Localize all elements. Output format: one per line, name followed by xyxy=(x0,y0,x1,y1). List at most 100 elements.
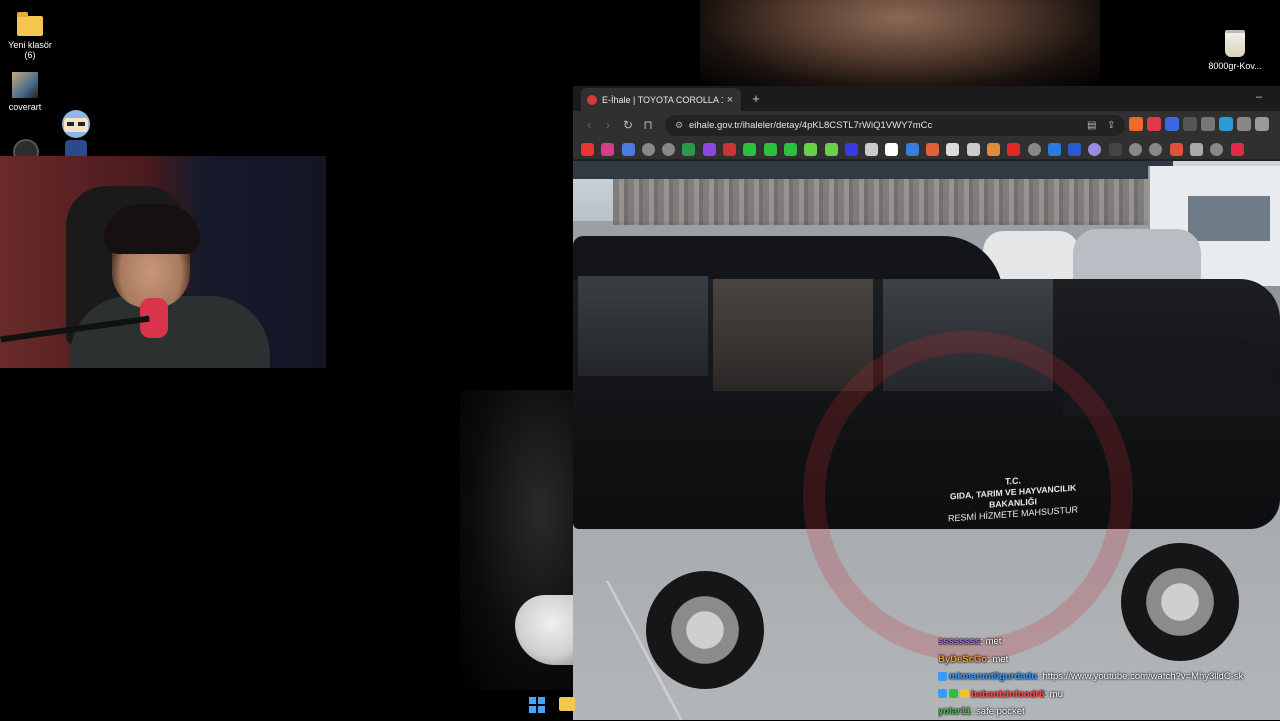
chat-badge-icon xyxy=(949,689,958,699)
desktop-icon-yeni-klasor[interactable]: Yeni klasör (6) xyxy=(0,12,65,60)
globe-bookmark-icon[interactable] xyxy=(1210,143,1224,156)
kick-bookmark-icon[interactable] xyxy=(783,143,797,156)
chat-message: babanizinfoodr8: mu xyxy=(938,686,1278,704)
drive-bookmark-icon[interactable] xyxy=(682,143,696,156)
bookmark-icon[interactable] xyxy=(1230,143,1244,156)
browser-toolbar: ‹ › ↻ ⊓ ⚙ eihale.gov.tr/ihaleler/detay/4… xyxy=(573,111,1280,140)
chat-text: safe pocket xyxy=(976,706,1025,717)
extension-icon[interactable] xyxy=(1255,117,1269,131)
chat-badge-icon xyxy=(938,671,947,681)
chat-username: mkmanmt0gurdadu xyxy=(949,671,1038,682)
folder-icon xyxy=(17,12,43,36)
instagram-bookmark-icon[interactable] xyxy=(601,143,615,156)
kick-bookmark-icon[interactable] xyxy=(743,143,757,156)
extension-icon[interactable] xyxy=(1147,117,1161,131)
wallpaper-face xyxy=(700,0,1100,90)
chat-text: met xyxy=(985,636,1002,647)
github-bookmark-icon[interactable] xyxy=(865,143,879,156)
tab-eihale[interactable]: E-İhale | TOYOTA COROLLA 199 × xyxy=(581,88,741,111)
turkish-flag-icon xyxy=(587,94,597,105)
url-text: eihale.gov.tr/ihaleler/detay/4pKL8CSTL7r… xyxy=(689,120,933,131)
webcam-overlay xyxy=(0,156,326,368)
bookmark-icon[interactable] xyxy=(926,143,940,156)
bucket-image-icon xyxy=(1225,30,1245,57)
windows-start-icon[interactable] xyxy=(529,697,545,713)
desktop-icon-8000gr[interactable]: 8000gr-Kov... xyxy=(1200,30,1270,71)
desktop-icon-label: 8000gr-Kov... xyxy=(1208,61,1262,71)
bookmark-icon[interactable] xyxy=(1088,143,1102,156)
stream-chat-overlay: ssssssss: met ByDeScGo: met mkmanmt0gurd… xyxy=(938,633,1278,721)
bookmark-icon[interactable] xyxy=(824,143,838,156)
tree-line xyxy=(613,177,1173,225)
chat-message: ssssssss: met xyxy=(938,636,1002,647)
bookmark-icon[interactable]: ⊓ xyxy=(640,117,656,133)
tab-title: E-İhale | TOYOTA COROLLA 199 xyxy=(602,94,723,105)
chat-text: https://www.youtube.com/watch?v=Mhy3lldC… xyxy=(1042,671,1244,682)
reddit-bookmark-icon[interactable] xyxy=(1169,143,1183,156)
browser-window: E-İhale | TOYOTA COROLLA 199 × + – ‹ › ↻… xyxy=(573,86,1280,720)
tab-bar: E-İhale | TOYOTA COROLLA 199 × + – xyxy=(573,86,1280,111)
bookmark-icon[interactable] xyxy=(946,143,960,156)
chat-text: mu xyxy=(1049,688,1063,700)
youtube-bookmark-icon[interactable] xyxy=(581,143,594,156)
bookmark-icon[interactable] xyxy=(905,143,919,156)
bookmark-icon[interactable] xyxy=(1047,143,1061,156)
x-bookmark-icon[interactable] xyxy=(885,143,899,156)
file-explorer-icon[interactable] xyxy=(559,697,575,711)
address-bar[interactable]: ⚙ eihale.gov.tr/ihaleler/detay/4pKL8CSTL… xyxy=(665,115,1125,136)
extension-icon[interactable] xyxy=(1201,117,1215,131)
bookmark-icon[interactable] xyxy=(844,143,858,156)
globe-bookmark-icon[interactable] xyxy=(1027,143,1041,156)
chat-username: ssssssss xyxy=(938,636,981,647)
bookmark-icon[interactable] xyxy=(1108,143,1122,156)
chat-message: yolar11: safe pocket xyxy=(938,706,1025,717)
chat-username: yolar11 xyxy=(938,706,971,717)
carport-roof xyxy=(573,161,1173,179)
image-file-icon xyxy=(12,72,38,98)
reader-mode-icon[interactable]: ▤ xyxy=(1087,115,1096,136)
site-info-icon[interactable]: ⚙ xyxy=(675,115,683,136)
desktop-icon-coverart[interactable]: coverart xyxy=(0,72,60,112)
reload-icon[interactable]: ↻ xyxy=(620,117,636,133)
streamer-hair xyxy=(104,204,200,254)
back-icon[interactable]: ‹ xyxy=(581,117,597,133)
rear-window xyxy=(578,276,708,376)
extension-icon[interactable] xyxy=(1219,117,1233,131)
bookmark-icon[interactable] xyxy=(986,143,1000,156)
rear-wheel xyxy=(646,571,764,689)
bookmark-icon[interactable] xyxy=(804,143,818,156)
brave-shield-icon[interactable] xyxy=(1129,117,1143,131)
extension-icon[interactable] xyxy=(1165,117,1179,131)
close-icon[interactable]: × xyxy=(723,94,737,106)
share-icon[interactable]: ⇪ xyxy=(1107,115,1115,136)
extension-icon[interactable] xyxy=(1183,117,1197,131)
amazon-bookmark-icon[interactable] xyxy=(966,143,980,156)
booth-window xyxy=(1188,196,1270,241)
chat-text: met xyxy=(992,653,1009,665)
kick-bookmark-icon[interactable] xyxy=(763,143,777,156)
streamer-body xyxy=(70,296,270,368)
twitch-bookmark-icon[interactable] xyxy=(702,143,716,156)
extensions-row xyxy=(1129,117,1279,134)
chat-badge-icon xyxy=(938,689,947,699)
desktop-icon-label: coverart xyxy=(8,102,42,112)
extensions-menu-icon[interactable] xyxy=(1237,117,1251,131)
chat-message: ByDeScGo: met xyxy=(938,653,1009,665)
bookmarks-bar xyxy=(573,140,1280,160)
bookmark-icon[interactable] xyxy=(1007,143,1021,156)
bookmark-icon[interactable] xyxy=(1189,143,1203,156)
globe-bookmark-icon[interactable] xyxy=(662,143,676,156)
globe-bookmark-icon[interactable] xyxy=(641,143,655,156)
gmail-bookmark-icon[interactable] xyxy=(723,143,737,156)
bookmark-icon[interactable] xyxy=(1068,143,1082,156)
globe-bookmark-icon[interactable] xyxy=(1149,143,1163,156)
rear-door-window xyxy=(713,279,873,391)
chat-message: mkmanmt0gurdadu: https://www.youtube.com… xyxy=(938,668,1278,686)
globe-bookmark-icon[interactable] xyxy=(1129,143,1143,156)
chat-username: babanizinfoodr8 xyxy=(971,688,1045,700)
minimize-button[interactable]: – xyxy=(1249,90,1269,106)
new-tab-button[interactable]: + xyxy=(747,90,765,108)
translate-bookmark-icon[interactable] xyxy=(621,143,635,156)
forward-icon[interactable]: › xyxy=(600,117,616,133)
chat-username: ByDeScGo xyxy=(938,653,988,665)
